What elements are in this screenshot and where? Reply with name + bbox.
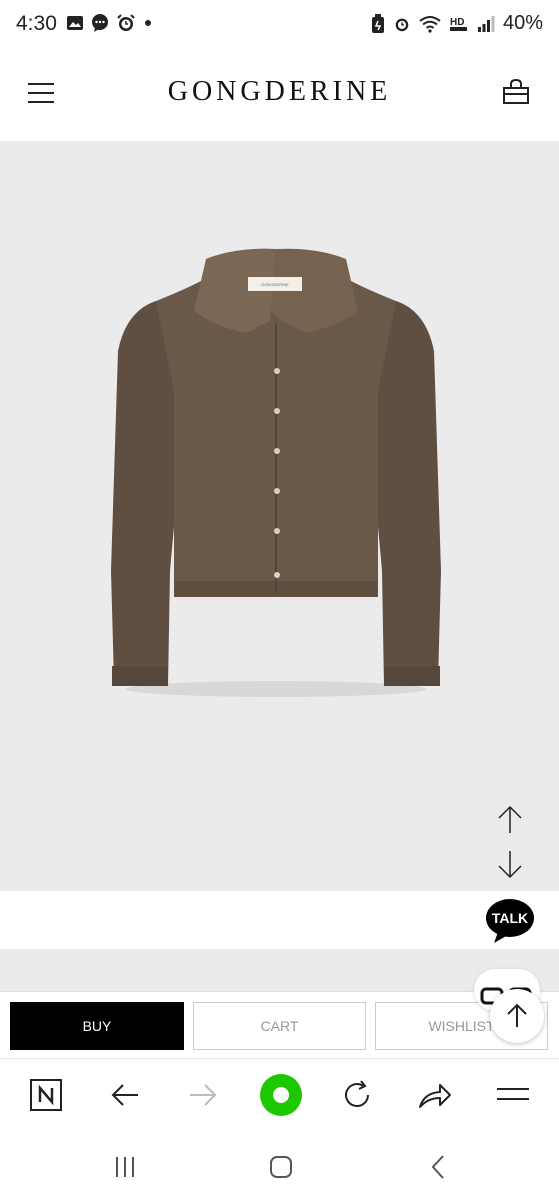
battery-saver-icon [371, 13, 384, 33]
info-strip [0, 891, 559, 949]
alarm-icon [395, 18, 409, 31]
arrow-down-icon[interactable] [497, 849, 523, 879]
back-arrow-icon[interactable] [105, 1077, 145, 1113]
product-image-cardigan: GONGDERINE [111, 248, 441, 697]
alarm-icon [117, 14, 135, 31]
naver-icon[interactable] [26, 1077, 66, 1113]
green-home-icon[interactable] [259, 1073, 303, 1117]
home-icon[interactable] [261, 1154, 301, 1180]
system-navigation-bar [0, 1130, 559, 1200]
back-icon[interactable] [418, 1154, 458, 1180]
chat-icon [92, 14, 108, 32]
status-time: 4:30 [16, 12, 57, 35]
recent-apps-icon[interactable] [105, 1154, 145, 1180]
shopping-bag-icon[interactable] [502, 78, 530, 106]
status-left-icons [66, 13, 154, 33]
product-image-area[interactable]: GONGDERINE [0, 141, 559, 891]
share-icon[interactable] [415, 1077, 455, 1113]
wifi-icon [419, 15, 441, 33]
dot-icon [145, 20, 151, 26]
more-menu-icon[interactable] [493, 1077, 533, 1113]
arrow-up-icon [507, 1003, 527, 1027]
buy-button[interactable]: BUY [10, 1002, 184, 1050]
brand-logo[interactable]: GONGDERINE [0, 76, 559, 108]
hd-voice-icon: HD [449, 17, 467, 31]
cart-button[interactable]: CART [193, 1002, 366, 1050]
scroll-to-top-button[interactable] [490, 989, 544, 1043]
talk-label: TALK [491, 910, 529, 926]
forward-arrow-icon[interactable] [183, 1077, 223, 1113]
arrow-up-icon[interactable] [497, 805, 523, 835]
status-bar: 4:30 HD 40% [0, 0, 559, 48]
svg-text:HD: HD [450, 17, 464, 28]
status-right-icons: HD 40% [371, 12, 543, 35]
battery-percentage: 40% [502, 12, 543, 34]
browser-toolbar [0, 1058, 559, 1130]
image-icon [67, 16, 83, 30]
garment-label-text: GONGDERINE [261, 282, 289, 287]
refresh-icon[interactable] [337, 1077, 377, 1113]
site-header: GONGDERINE [0, 48, 559, 141]
signal-icon [477, 15, 495, 32]
kakao-talk-button[interactable]: TALK [484, 898, 536, 944]
